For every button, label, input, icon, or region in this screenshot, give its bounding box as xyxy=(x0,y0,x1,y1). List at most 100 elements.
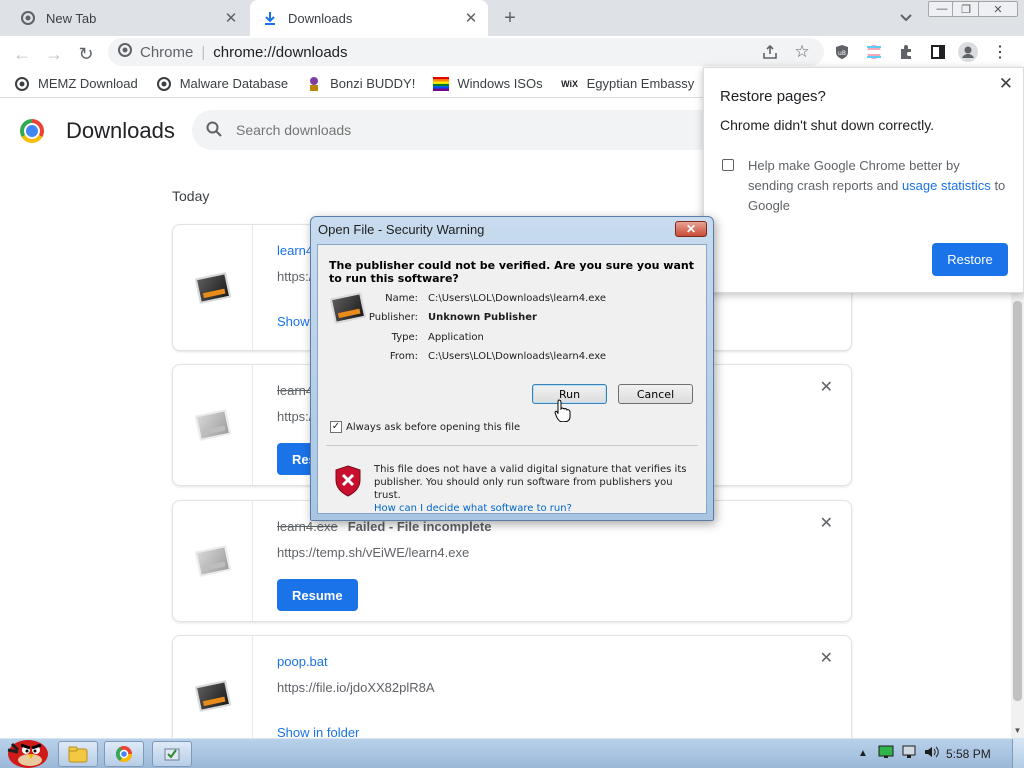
bonzi-icon xyxy=(306,76,322,92)
volume-icon[interactable] xyxy=(924,745,940,762)
address-bar[interactable]: Chrome | chrome://downloads xyxy=(108,38,824,66)
dialog-body: The publisher could not be verified. Are… xyxy=(317,244,707,514)
usage-statistics-link[interactable]: usage statistics xyxy=(902,178,991,193)
wix-icon: WiX xyxy=(561,78,579,89)
file-url[interactable]: https://file.io/jdoXX82plR8A xyxy=(277,680,435,695)
ublock-icon[interactable]: uB xyxy=(832,42,852,62)
globe-icon xyxy=(14,76,30,92)
profile-avatar-icon[interactable] xyxy=(958,42,978,62)
file-name-link[interactable]: poop.bat xyxy=(277,654,328,669)
menu-icon[interactable]: ⋮ xyxy=(990,42,1010,62)
file-name: learn4.exe xyxy=(277,519,338,534)
close-tab-icon[interactable]: ✕ xyxy=(222,9,240,27)
bookmark-bonzi-buddy[interactable]: Bonzi BUDDY! xyxy=(306,76,415,92)
restore-button[interactable]: Restore xyxy=(932,243,1008,276)
close-tab-icon[interactable]: ✕ xyxy=(462,9,480,27)
share-icon[interactable] xyxy=(760,42,780,62)
field-name: Name: C:\Users\LOL\Downloads\learn4.exe xyxy=(385,293,607,304)
field-publisher: Publisher: Unknown Publisher xyxy=(368,312,537,323)
date-section-heading: Today xyxy=(172,188,210,204)
file-icon-column xyxy=(173,365,253,485)
close-window-button[interactable]: ✕ xyxy=(978,1,1018,17)
field-from: From: C:\Users\LOL\Downloads\learn4.exe xyxy=(389,351,607,362)
site-label: Chrome xyxy=(140,43,194,61)
start-button-angry-bird-icon[interactable] xyxy=(4,730,50,768)
exe-file-icon xyxy=(194,408,231,442)
taskbar-installer[interactable] xyxy=(152,741,192,767)
show-desktop-button[interactable] xyxy=(1012,739,1024,768)
reload-button[interactable]: ↻ xyxy=(74,42,98,66)
divider xyxy=(326,445,698,446)
page-scrollbar[interactable]: ▼ xyxy=(1011,293,1024,738)
back-button[interactable]: ← xyxy=(10,42,34,66)
forward-button[interactable]: → xyxy=(42,42,66,66)
tab-label: Downloads xyxy=(288,10,353,26)
always-ask-row[interactable]: ✓ Always ask before opening this file xyxy=(330,421,520,433)
bookmark-windows-isos[interactable]: Windows ISOs xyxy=(433,76,543,92)
globe-icon xyxy=(156,76,172,92)
side-panel-icon[interactable] xyxy=(928,42,948,62)
dialog-heading: The publisher could not be verified. Are… xyxy=(329,259,694,285)
rainbow-flag-icon xyxy=(433,76,450,92)
bookmark-memz[interactable]: MEMZ Download xyxy=(14,76,138,92)
hand-cursor-icon xyxy=(554,398,572,425)
svg-text:uB: uB xyxy=(838,50,846,57)
extensions-icon[interactable] xyxy=(896,42,916,62)
download-icon xyxy=(262,10,278,26)
crash-report-label: Help make Google Chrome better by sendin… xyxy=(748,156,1008,216)
tab-downloads[interactable]: Downloads ✕ xyxy=(250,0,488,36)
page-header: Downloads xyxy=(20,118,175,144)
pride-extension-icon[interactable] xyxy=(864,42,884,62)
always-ask-label: Always ask before opening this file xyxy=(346,421,521,433)
exe-file-icon xyxy=(194,271,231,304)
bat-file-icon xyxy=(194,679,231,713)
star-icon[interactable]: ☆ xyxy=(792,42,812,62)
file-url[interactable]: https://temp.sh/vEiWE/learn4.exe xyxy=(277,545,469,560)
search-downloads[interactable] xyxy=(192,110,752,150)
chrome-icon xyxy=(118,43,132,61)
bookmark-malware-database[interactable]: Malware Database xyxy=(156,76,288,92)
monitor-icon[interactable] xyxy=(902,745,916,762)
chrome-logo-icon xyxy=(20,119,44,143)
always-ask-checkbox[interactable]: ✓ xyxy=(330,421,342,433)
remove-download-icon[interactable]: ✕ xyxy=(820,648,833,668)
file-icon-column xyxy=(173,225,253,350)
taskbar: ▲ 5:58 PM xyxy=(0,738,1024,768)
tab-strip: New Tab ✕ Downloads ✕ + — ❐ ✕ xyxy=(0,0,1024,36)
dialog-close-button[interactable]: ✕ xyxy=(675,221,707,237)
taskbar-clock[interactable]: 5:58 PM xyxy=(946,747,991,761)
taskbar-chrome[interactable] xyxy=(104,741,144,767)
bubble-title: Restore pages? xyxy=(720,88,826,105)
remove-download-icon[interactable]: ✕ xyxy=(820,513,833,533)
help-link[interactable]: How can I decide what software to run? xyxy=(374,503,572,514)
shield-warning-icon xyxy=(334,465,362,501)
bookmark-label: Malware Database xyxy=(179,76,289,91)
field-type: Type: Application xyxy=(391,332,484,343)
tab-label: New Tab xyxy=(46,10,97,26)
file-name-row: learn4.exe Failed - File incomplete xyxy=(277,519,491,534)
crash-report-checkbox[interactable] xyxy=(722,159,734,171)
bookmark-egyptian-embassy[interactable]: WiX Egyptian Embassy xyxy=(561,76,695,92)
file-icon-column xyxy=(173,501,253,621)
download-card: poop.bat https://file.io/jdoXX82plR8A Sh… xyxy=(172,635,852,738)
bookmark-label: Egyptian Embassy xyxy=(586,76,695,91)
show-in-folder-link[interactable]: Show in folder xyxy=(277,725,359,738)
scroll-down-arrow-icon[interactable]: ▼ xyxy=(1013,726,1022,736)
new-tab-button[interactable]: + xyxy=(498,6,522,30)
close-icon[interactable]: ✕ xyxy=(999,74,1013,94)
taskbar-explorer[interactable] xyxy=(58,741,98,767)
resume-button[interactable]: Resume xyxy=(277,579,358,611)
show-hidden-icons-icon[interactable]: ▲ xyxy=(858,748,868,759)
remove-download-icon[interactable]: ✕ xyxy=(820,377,833,397)
tab-new-tab[interactable]: New Tab ✕ xyxy=(8,0,248,36)
system-tray: ▲ xyxy=(858,745,940,762)
search-input[interactable] xyxy=(236,122,636,138)
restore-window-button[interactable]: ❐ xyxy=(952,1,980,17)
bookmark-label: MEMZ Download xyxy=(38,76,138,91)
scroll-thumb[interactable] xyxy=(1013,301,1022,701)
page-title: Downloads xyxy=(66,118,175,143)
cancel-button[interactable]: Cancel xyxy=(618,384,693,404)
warning-text: This file does not have a valid digital … xyxy=(374,464,687,501)
tab-search-icon[interactable] xyxy=(896,8,916,28)
network-icon[interactable] xyxy=(878,745,894,762)
